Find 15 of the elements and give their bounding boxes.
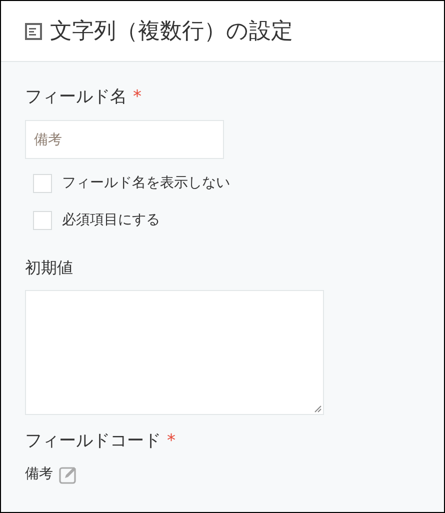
default-value-label: 初期値 [25, 257, 74, 279]
checkbox-label: フィールド名を表示しない [62, 174, 230, 192]
checkbox[interactable] [33, 210, 52, 230]
resize-handle-icon[interactable] [312, 403, 322, 413]
checkbox[interactable] [33, 174, 52, 192]
field-code-label: フィールドコード [25, 430, 161, 454]
edit-icon[interactable] [59, 465, 78, 484]
dialog-title: 文字列（複数行）の設定 [50, 18, 293, 46]
field-code-value: 備考 [25, 465, 53, 484]
checkbox-label: 必須項目にする [62, 210, 160, 230]
required-mark: * [167, 430, 176, 454]
field-name-input[interactable]: 備考 [25, 120, 224, 159]
text-area-icon [25, 22, 42, 40]
field-label: フィールド名 [25, 86, 127, 110]
required-mark: * [133, 86, 142, 110]
